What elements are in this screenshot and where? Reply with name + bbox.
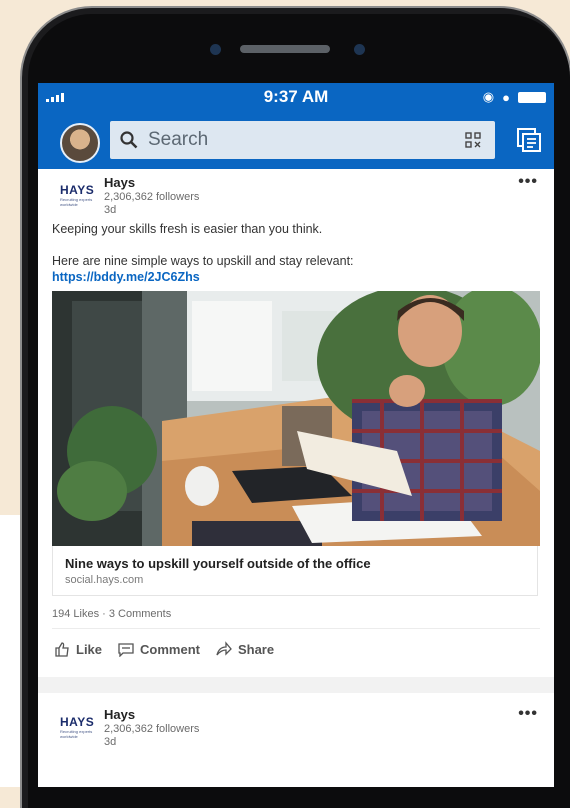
post-divider	[38, 677, 554, 693]
qr-code-icon[interactable]	[465, 132, 481, 148]
share-icon	[216, 641, 232, 656]
feed-post: HAYS Recruiting experts worldwide Hays 2…	[38, 701, 554, 753]
more-options-icon[interactable]: •••	[518, 173, 538, 191]
link-preview[interactable]: Nine ways to upskill yourself outside of…	[52, 546, 538, 596]
social-counts[interactable]: 194 Likes · 3 Comments	[52, 608, 540, 629]
follower-count: 2,306,362 followers	[104, 191, 200, 203]
follower-count: 2,306,362 followers	[104, 723, 200, 735]
post-link[interactable]: https://bddy.me/2JC6Zhs	[52, 269, 540, 285]
status-bar: 9:37 AM ◉ ●	[38, 83, 554, 111]
post-age: 3d	[104, 204, 117, 216]
comment-icon	[118, 643, 134, 657]
thumbs-up-icon	[55, 642, 69, 657]
avatar[interactable]	[60, 123, 100, 163]
share-button[interactable]: Share	[216, 641, 274, 657]
company-logo[interactable]: HAYS Recruiting experts worldwide	[60, 183, 104, 211]
office-photo	[52, 291, 540, 546]
messaging-icon[interactable]	[516, 127, 542, 153]
phone-speaker	[240, 45, 330, 53]
more-options-icon[interactable]: •••	[518, 705, 538, 723]
post-age: 3d	[104, 736, 117, 748]
company-logo[interactable]: HAYS Recruiting experts worldwide	[60, 715, 104, 743]
alarm-icon: ●	[502, 89, 510, 105]
link-title: Nine ways to upskill yourself outside of…	[65, 556, 371, 571]
link-domain: social.hays.com	[65, 574, 144, 586]
phone-sensor	[210, 44, 221, 55]
post-image[interactable]	[52, 291, 540, 546]
feed-post: HAYS Recruiting experts worldwide Hays 2…	[38, 169, 554, 693]
search-icon	[120, 131, 138, 149]
phone-camera	[354, 44, 365, 55]
search-placeholder: Search	[148, 129, 209, 150]
author-name[interactable]: Hays	[104, 707, 135, 722]
status-time: 9:37 AM	[263, 87, 329, 106]
battery-icon	[518, 91, 546, 103]
like-button[interactable]: Like	[54, 641, 102, 657]
post-actions: Like Comment Share	[52, 629, 540, 669]
comment-button[interactable]: Comment	[118, 641, 200, 657]
top-navbar: Search	[38, 111, 554, 169]
post-header: HAYS Recruiting experts worldwide Hays 2…	[52, 169, 540, 221]
author-name[interactable]: Hays	[104, 175, 135, 190]
status-icons: ◉ ●	[483, 89, 546, 105]
post-text-line2: Here are nine simple ways to upskill and…	[52, 254, 354, 268]
post-text-line1: Keeping your skills fresh is easier than…	[52, 222, 323, 236]
post-header: HAYS Recruiting experts worldwide Hays 2…	[52, 701, 540, 753]
app-screen: 9:37 AM ◉ ● Search HAYS Recruiting exper…	[38, 83, 554, 787]
sync-icon: ◉	[482, 89, 495, 104]
search-input[interactable]: Search	[110, 121, 495, 159]
